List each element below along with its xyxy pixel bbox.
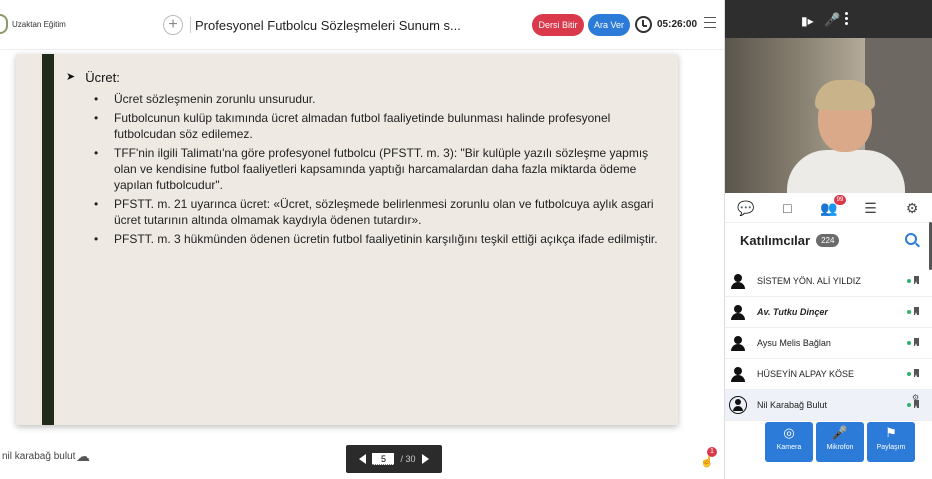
list-icon[interactable]: ☰ <box>858 195 884 221</box>
participant-name: Av. Tutku Dinçer <box>757 307 828 317</box>
pin-icon[interactable] <box>914 307 919 315</box>
divider <box>190 17 191 33</box>
video-feed: ▮▸ 🎤 <box>725 0 932 193</box>
participants-count: 224 <box>816 234 840 247</box>
session-title[interactable]: Profesyonel Futbolcu Sözleşmeleri Sunum … <box>195 18 461 33</box>
user-icon <box>731 336 745 351</box>
microphone-button[interactable]: 🎤 Mikrofon <box>816 422 864 462</box>
slide-bullets: Ücret sözleşmenin zorunlu unsurudur. Fut… <box>66 91 666 247</box>
mic-icon: 🎤 <box>831 425 849 440</box>
presentation-stage: ➤ Ücret: Ücret sözleşmenin zorunlu unsur… <box>0 50 724 435</box>
camera-label: Kamera <box>776 444 802 451</box>
menu-icon[interactable] <box>704 17 716 29</box>
pin-icon[interactable] <box>914 400 919 408</box>
slide-bullet: Futbolcunun kulüp takımında ücret almada… <box>94 110 666 142</box>
participant-name: SİSTEM YÖN. ALİ YILDIZ <box>757 276 861 286</box>
self-actions: ◎ Kamera 🎤 Mikrofon ⚑ Paylaşım <box>765 422 915 462</box>
user-icon <box>731 367 745 382</box>
kebab-icon[interactable] <box>845 12 849 27</box>
logo-icon <box>0 14 8 34</box>
participants-header: Katılımcılar 224 <box>740 233 840 248</box>
participant-name: Aysu Melis Bağlan <box>757 338 831 348</box>
bookmark-icon: ⚑ <box>885 425 897 440</box>
pin-icon[interactable] <box>914 369 919 377</box>
break-button[interactable]: Ara Ver <box>588 14 630 36</box>
slide-bullet: Ücret sözleşmenin zorunlu unsurudur. <box>94 91 666 107</box>
online-dot <box>907 403 911 407</box>
slide-bullet: PFSTT. m. 3 hükmünden ödenen ücretin fut… <box>94 231 666 247</box>
chat-icon[interactable]: 💬 <box>733 195 759 221</box>
logo-label: Uzaktan Eğitim <box>12 19 66 29</box>
arrow-bullet-icon: ➤ <box>66 71 76 83</box>
user-icon <box>729 396 747 414</box>
slide-bullet: TFF'nin ilgili Talimatı'na göre profesyo… <box>94 145 666 193</box>
top-bar: Uzaktan Eğitim + Profesyonel Futbolcu Sö… <box>0 0 724 50</box>
prev-page-button[interactable] <box>359 454 367 464</box>
search-icon[interactable] <box>905 233 917 245</box>
participant-row[interactable]: Aysu Melis Bağlan <box>725 328 932 359</box>
slide-bullet: PFSTT. m. 21 uyarınca ücret: «Ücret, söz… <box>94 196 666 228</box>
slide-accent-bar <box>42 54 54 425</box>
participant-row-self[interactable]: Nil Karabağ Bulut ⚙ <box>725 390 932 421</box>
presenter-hair <box>815 80 875 110</box>
slide: ➤ Ücret: Ücret sözleşmenin zorunlu unsur… <box>16 54 678 425</box>
cam-off-icon[interactable]: ▮▸ <box>801 14 814 28</box>
online-dot <box>907 341 911 345</box>
participant-name: Nil Karabağ Bulut <box>757 400 828 410</box>
slide-content: ➤ Ücret: Ücret sözleşmenin zorunlu unsur… <box>66 70 666 250</box>
page-number-input[interactable] <box>372 453 395 465</box>
slide-heading: ➤ Ücret: <box>66 70 666 85</box>
participants-list: SİSTEM YÖN. ALİ YILDIZ Av. Tutku Dinçer … <box>725 266 932 421</box>
whiteboard-icon[interactable]: □ <box>774 195 800 221</box>
participants-title: Katılımcılar <box>740 233 811 248</box>
participants-badge: 99 <box>833 194 846 205</box>
app-root: Uzaktan Eğitim + Profesyonel Futbolcu Sö… <box>0 0 932 479</box>
right-panel: ▮▸ 🎤 💬 □ 👥 99 ☰ ⚙ Katılımcılar 224 SİSTE… <box>724 0 932 479</box>
page-navigator: / 30 <box>346 445 442 473</box>
participant-name: HÜSEYİN ALPAY KÖSE <box>757 369 855 379</box>
online-dot <box>907 279 911 283</box>
current-user-name: nil karabağ bulut <box>2 451 76 462</box>
bottom-bar: nil karabağ bulut ☁ / 30 ☝ 1 <box>0 435 724 479</box>
slide-heading-text: Ücret: <box>85 70 120 85</box>
camera-icon: ◎ <box>783 425 795 440</box>
participants-icon[interactable]: 👥 99 <box>816 194 846 221</box>
participant-row[interactable]: SİSTEM YÖN. ALİ YILDIZ <box>725 266 932 297</box>
pin-icon[interactable] <box>914 338 919 346</box>
next-page-button[interactable] <box>421 454 429 464</box>
share-label: Paylaşım <box>876 444 906 451</box>
hand-badge: 1 <box>707 447 717 457</box>
mic-off-icon[interactable]: 🎤 <box>824 12 840 28</box>
app-logo: Uzaktan Eğitim <box>0 14 66 34</box>
user-icon <box>731 305 745 320</box>
share-button[interactable]: ⚑ Paylaşım <box>867 422 915 462</box>
end-class-button[interactable]: Dersi Bitir <box>532 14 584 36</box>
online-dot <box>907 372 911 376</box>
gear-icon[interactable]: ⚙ <box>899 195 925 221</box>
pin-icon[interactable] <box>914 276 919 284</box>
online-dot <box>907 310 911 314</box>
microphone-label: Mikrofon <box>826 444 854 451</box>
panel-tabs: 💬 □ 👥 99 ☰ ⚙ <box>725 193 932 223</box>
user-icon <box>731 274 745 289</box>
participant-row[interactable]: Av. Tutku Dinçer <box>725 297 932 328</box>
chevron-down-icon[interactable]: ⌄ <box>428 15 437 28</box>
cloud-icon[interactable]: ☁ <box>76 448 90 465</box>
camera-button[interactable]: ◎ Kamera <box>765 422 813 462</box>
presenter-body <box>787 150 905 193</box>
page-total: / 30 <box>400 454 416 464</box>
clock-icon <box>635 16 652 33</box>
participant-row[interactable]: HÜSEYİN ALPAY KÖSE <box>725 359 932 390</box>
session-timer: 05:26:00 <box>657 19 698 30</box>
add-tab-button[interactable]: + <box>163 15 183 35</box>
